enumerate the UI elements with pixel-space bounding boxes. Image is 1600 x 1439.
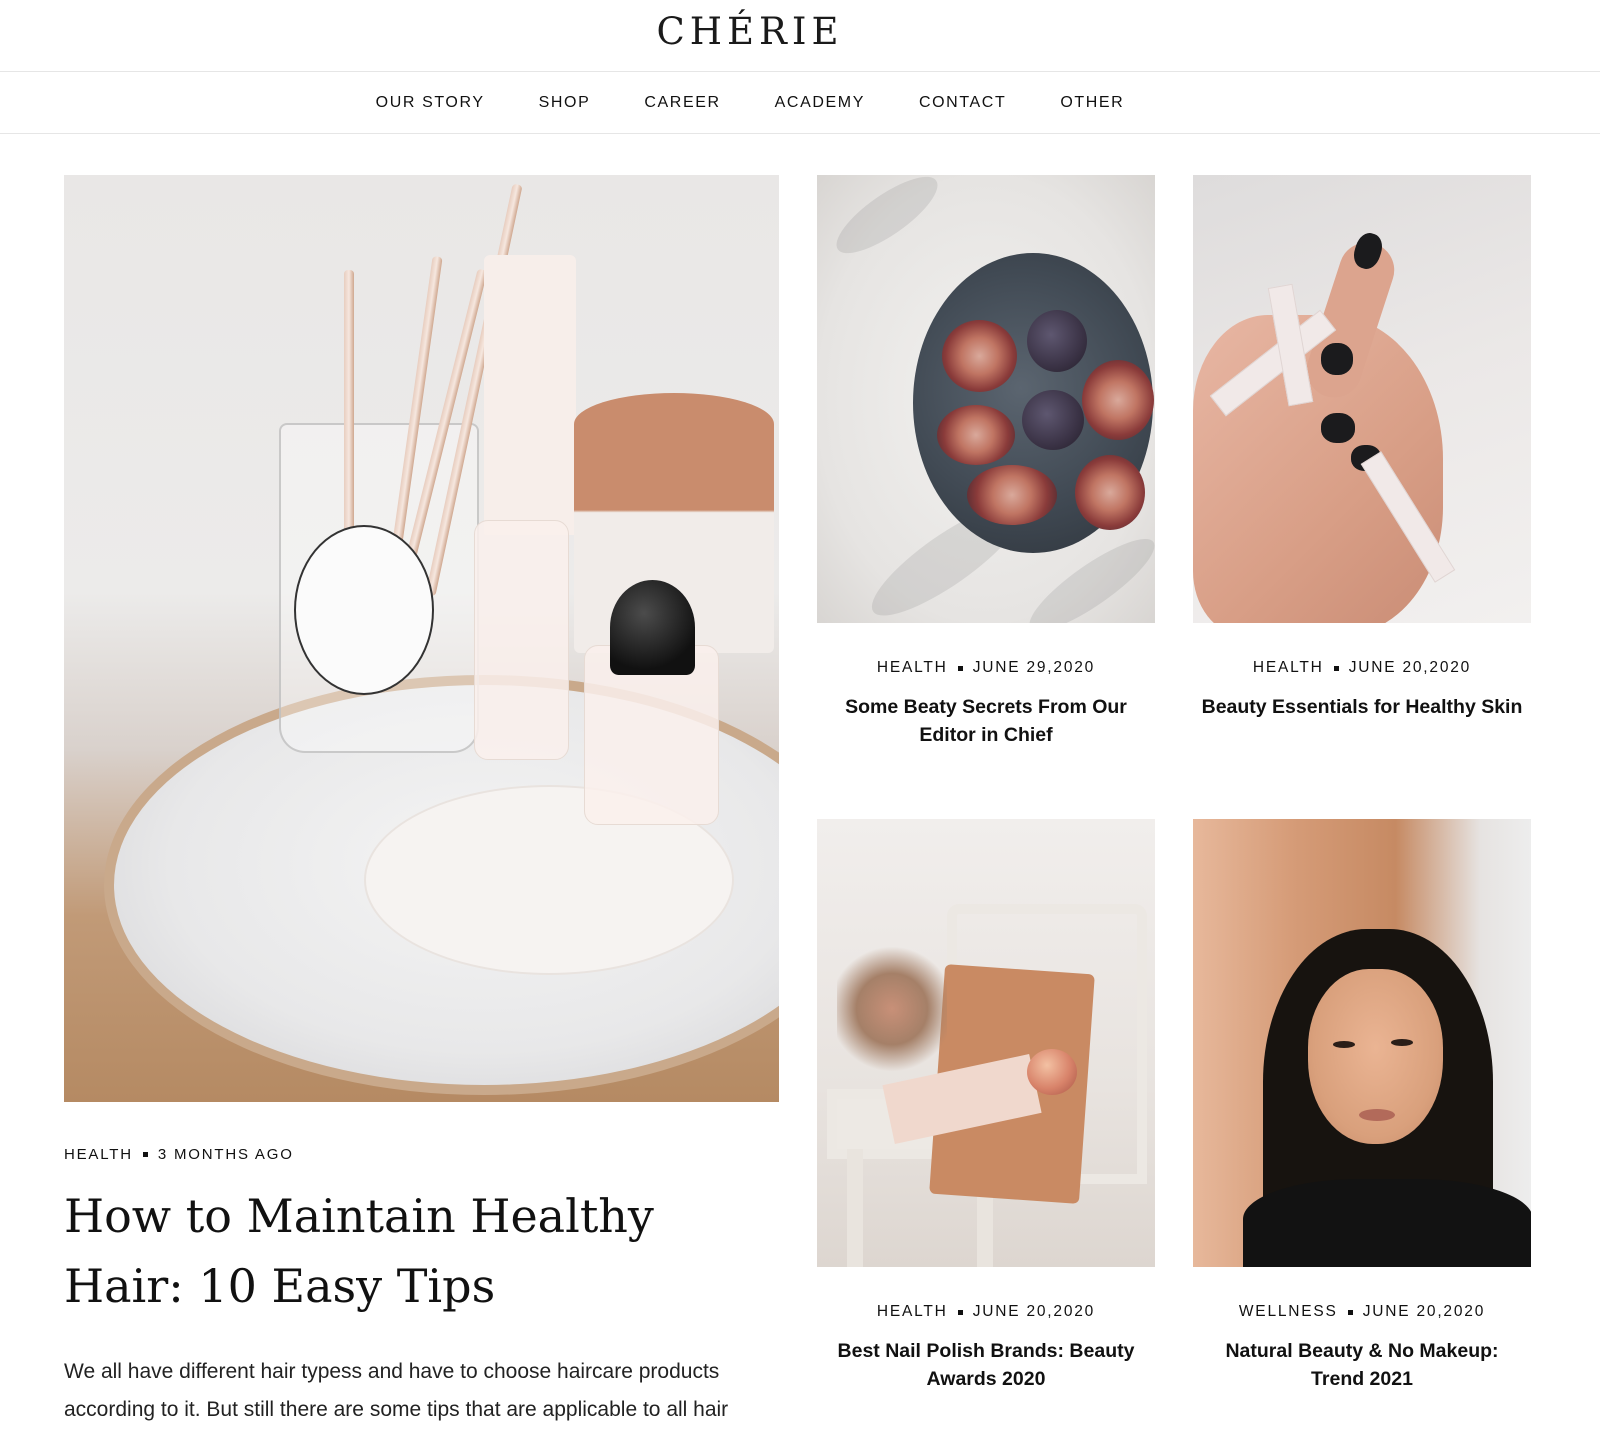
leaf-shadow	[826, 175, 948, 266]
fig-half	[967, 465, 1057, 525]
fig-half	[1075, 455, 1145, 530]
featured-post: HEALTH 3 MONTHS AGO How to Maintain Heal…	[64, 175, 779, 1429]
chair-leg	[847, 1149, 863, 1267]
nav-list: OUR STORY SHOP CAREER ACADEMY CONTACT OT…	[0, 72, 1500, 134]
site-header: CHÉRIE	[0, 0, 1600, 72]
nav-item-contact[interactable]: CONTACT	[892, 94, 1033, 112]
nav-item-academy[interactable]: ACADEMY	[748, 94, 892, 112]
post-card-title[interactable]: Best Nail Polish Brands: Beauty Awards 2…	[817, 1337, 1155, 1393]
nav-item-shop[interactable]: SHOP	[512, 94, 618, 112]
post-card: HEALTH JUNE 20,2020 Beauty Essentials fo…	[1193, 175, 1531, 721]
site-logo[interactable]: CHÉRIE	[0, 10, 1500, 53]
eye	[1391, 1039, 1413, 1046]
post-date: JUNE 20,2020	[1348, 659, 1472, 676]
post-date: JUNE 29,2020	[972, 659, 1096, 676]
post-card-title[interactable]: Beauty Essentials for Healthy Skin	[1193, 693, 1531, 721]
post-category[interactable]: WELLNESS	[1239, 1303, 1338, 1321]
post-category[interactable]: HEALTH	[1253, 659, 1324, 677]
nav-item-career[interactable]: CAREER	[617, 94, 747, 112]
fig-half	[1082, 360, 1154, 440]
peach	[1027, 1049, 1077, 1095]
cosmetic-tube	[484, 255, 576, 535]
meta-separator	[1347, 1309, 1353, 1315]
meta-separator	[957, 1309, 963, 1315]
post-card: WELLNESS JUNE 20,2020 Natural Beauty & N…	[1193, 819, 1531, 1393]
meta-separator	[957, 665, 963, 671]
candle-label	[294, 525, 434, 695]
spray-bottle	[474, 520, 569, 760]
dried-flowers	[837, 939, 947, 1079]
meta-separator	[1333, 665, 1339, 671]
post-card-image[interactable]	[1193, 175, 1531, 623]
post-card-meta: HEALTH JUNE 29,2020	[817, 659, 1155, 677]
black-shirt	[1243, 1179, 1531, 1267]
featured-post-image[interactable]	[64, 175, 779, 1102]
post-card-image[interactable]	[817, 819, 1155, 1267]
meta-separator	[142, 1152, 148, 1157]
post-card-title[interactable]: Natural Beauty & No Makeup: Trend 2021	[1193, 1337, 1531, 1393]
lips	[1359, 1109, 1395, 1121]
featured-post-meta: HEALTH 3 MONTHS AGO	[64, 1146, 779, 1163]
whole-fig	[1022, 390, 1084, 450]
post-card: HEALTH JUNE 20,2020 Best Nail Polish Bra…	[817, 819, 1155, 1393]
post-card-meta: HEALTH JUNE 20,2020	[1193, 659, 1531, 677]
main-nav: OUR STORY SHOP CAREER ACADEMY CONTACT OT…	[0, 72, 1600, 134]
post-date: 3 MONTHS AGO	[157, 1146, 294, 1163]
nav-item-our-story[interactable]: OUR STORY	[349, 94, 512, 112]
nav-item-other[interactable]: OTHER	[1033, 94, 1151, 112]
perfume-cap	[610, 580, 695, 675]
eye	[1333, 1041, 1355, 1048]
post-date: JUNE 20,2020	[972, 1303, 1096, 1320]
post-category[interactable]: HEALTH	[877, 659, 948, 677]
post-card-title[interactable]: Some Beaty Secrets From Our Editor in Ch…	[817, 693, 1155, 749]
post-category[interactable]: HEALTH	[877, 1303, 948, 1321]
post-card-image[interactable]	[1193, 819, 1531, 1267]
post-date: JUNE 20,2020	[1362, 1303, 1486, 1320]
fig-half	[942, 320, 1017, 392]
post-card-meta: WELLNESS JUNE 20,2020	[1193, 1303, 1531, 1321]
featured-post-excerpt: We all have different hair typess and ha…	[64, 1360, 729, 1421]
post-card: HEALTH JUNE 29,2020 Some Beaty Secrets F…	[817, 175, 1155, 749]
fig-half	[937, 405, 1015, 465]
featured-post-title[interactable]: How to Maintain Healthy Hair: 10 Easy Ti…	[64, 1181, 779, 1321]
post-card-image[interactable]	[817, 175, 1155, 623]
whole-fig	[1027, 310, 1087, 372]
black-nail	[1321, 413, 1355, 443]
post-card-meta: HEALTH JUNE 20,2020	[817, 1303, 1155, 1321]
black-nail	[1321, 343, 1353, 375]
post-category[interactable]: HEALTH	[64, 1146, 133, 1163]
